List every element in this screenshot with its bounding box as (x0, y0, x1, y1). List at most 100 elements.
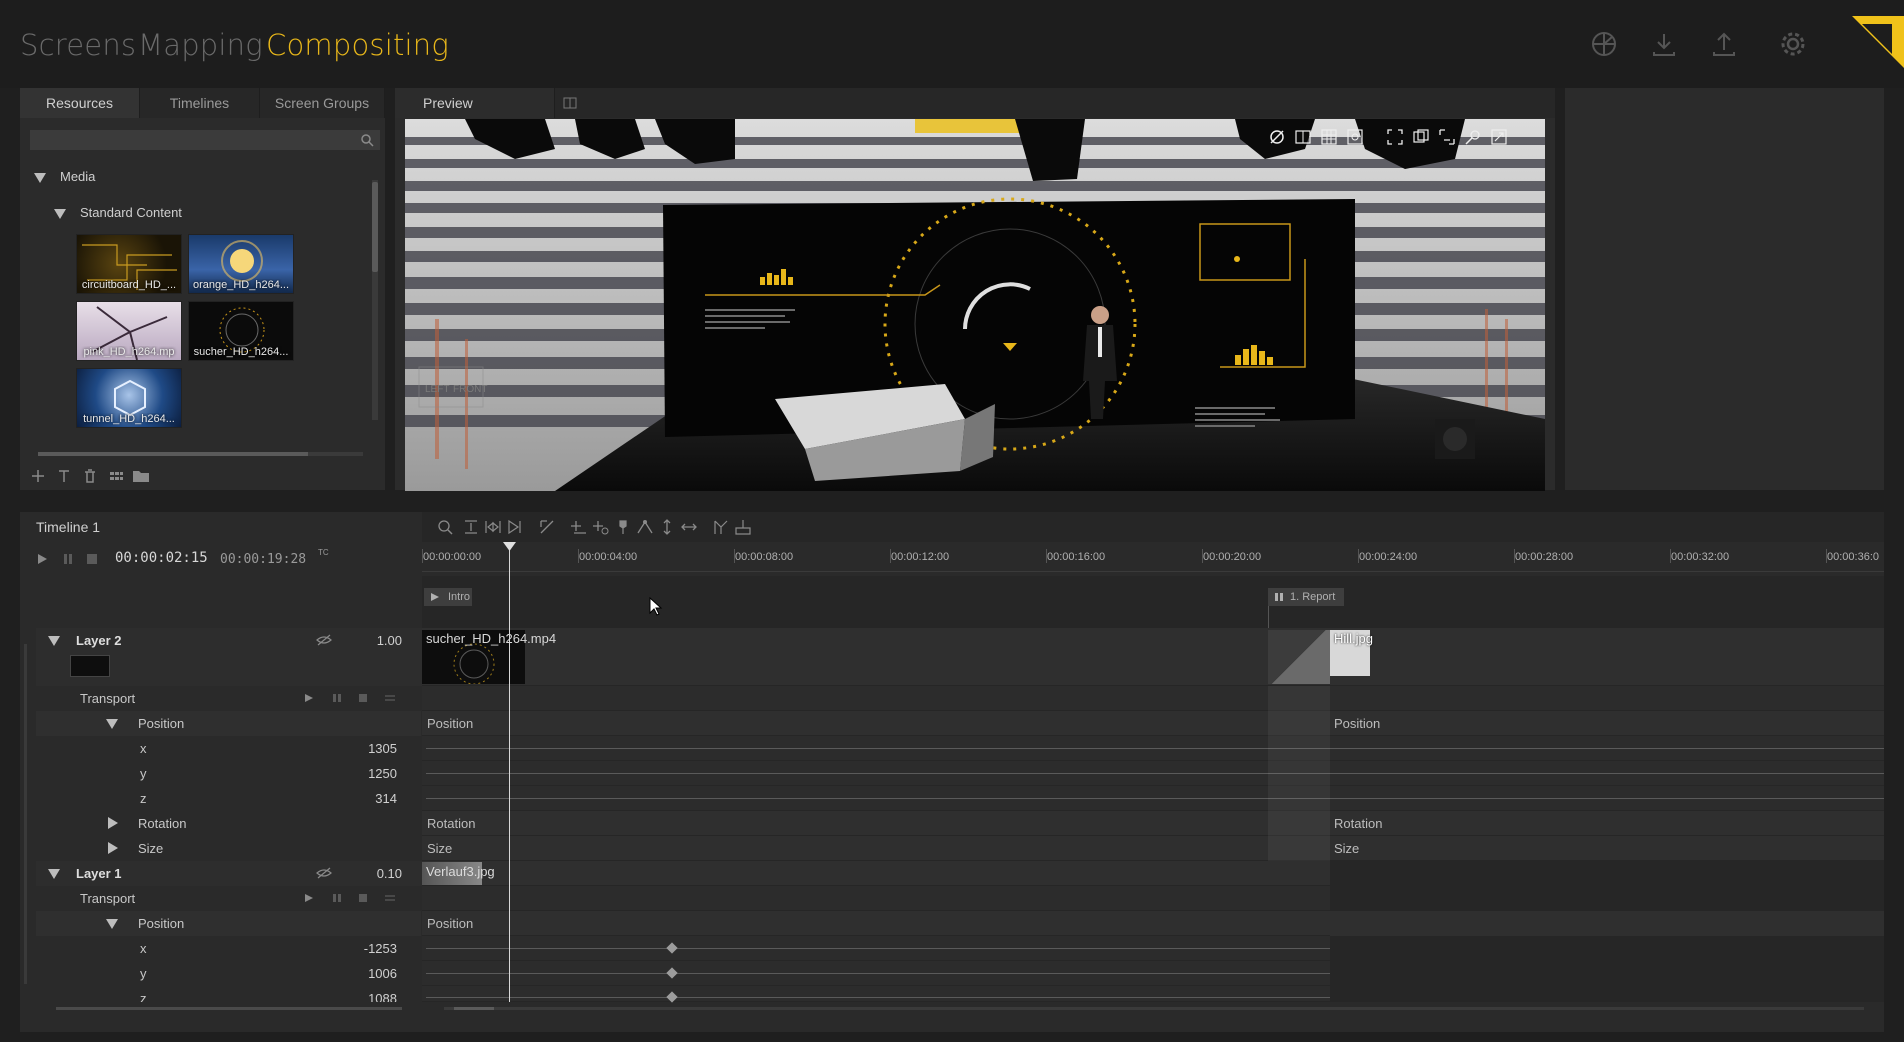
add-keyframe-time-icon[interactable] (592, 518, 610, 536)
stop-icon[interactable] (358, 693, 368, 703)
media-thumbnail[interactable]: circuitboard_HD_... (76, 234, 182, 294)
layer-opacity[interactable]: 1.00 (377, 633, 402, 648)
fit-vertical-icon[interactable] (462, 518, 480, 536)
rotation-track[interactable]: Rotation Rotation (422, 811, 1884, 836)
collapse-group-icon[interactable] (106, 919, 118, 929)
target-icon[interactable] (1345, 127, 1365, 147)
param-value-x[interactable]: 1305 (368, 741, 397, 756)
nav-tab-screens[interactable]: Screens (20, 28, 136, 62)
keyframe-track-y[interactable] (422, 761, 1884, 786)
search-icon[interactable] (360, 133, 374, 147)
param-value-z[interactable]: 1088 (368, 991, 397, 1002)
expand-group-icon[interactable] (108, 817, 118, 829)
curve-icon[interactable] (636, 518, 654, 536)
rotation-group-row[interactable]: Rotation (36, 811, 421, 836)
tab-preview[interactable]: Preview (395, 88, 555, 118)
playhead-handle[interactable] (503, 542, 516, 552)
transition-block[interactable] (1268, 630, 1330, 684)
cue-intro[interactable]: Intro (424, 588, 472, 606)
keyframe-track-z[interactable] (422, 986, 1330, 1003)
stop-icon[interactable] (86, 553, 98, 565)
param-value-z[interactable]: 314 (375, 791, 397, 806)
split-clip-icon[interactable] (712, 518, 730, 536)
position-group-row[interactable]: Position (36, 911, 421, 936)
keyframe[interactable] (666, 967, 678, 979)
tree-item-media[interactable]: Media (34, 169, 95, 184)
grid-icon[interactable] (108, 468, 124, 484)
pause-icon[interactable] (62, 553, 74, 565)
horizontal-move-icon[interactable] (680, 518, 698, 536)
add-keyframe-icon[interactable] (570, 518, 588, 536)
keyframe-track-x[interactable] (422, 936, 1330, 961)
expand-triangle-icon[interactable] (54, 208, 66, 219)
zoom-icon[interactable] (436, 518, 454, 536)
media-thumbnail[interactable]: tunnel_HD_h264... (76, 368, 182, 428)
keyframe[interactable] (666, 991, 678, 1003)
param-value-y[interactable]: 1006 (368, 966, 397, 981)
loop-icon[interactable] (384, 693, 396, 703)
marker-icon[interactable] (614, 518, 632, 536)
play-icon[interactable] (304, 693, 314, 703)
tree-item-standard-content[interactable]: Standard Content (54, 205, 182, 220)
resources-vertical-scrollbar[interactable] (372, 180, 378, 420)
preview-viewport[interactable]: LEFT FRONT (405, 119, 1545, 491)
position-track[interactable]: Position (422, 911, 1330, 936)
text-icon[interactable] (56, 468, 72, 484)
trash-icon[interactable] (82, 468, 98, 484)
stop-icon[interactable] (358, 893, 368, 903)
expand-group-icon[interactable] (108, 842, 118, 854)
loop-icon[interactable] (384, 893, 396, 903)
media-thumbnail[interactable]: orange_HD_h264... (188, 234, 294, 294)
playhead-line[interactable] (509, 542, 510, 1002)
upload-icon[interactable] (1710, 30, 1738, 58)
globe-icon[interactable] (1590, 30, 1618, 58)
add-icon[interactable] (30, 468, 46, 484)
layers-horizontal-scrollbar[interactable] (56, 1007, 402, 1010)
position-group-row[interactable]: Position (36, 711, 421, 736)
time-ruler[interactable] (422, 542, 1884, 572)
tab-resources[interactable]: Resources (20, 88, 140, 118)
cue-track[interactable]: Intro 1. Report (422, 576, 1884, 628)
layer-opacity[interactable]: 0.10 (377, 866, 402, 881)
scrollbar-thumb[interactable] (372, 182, 378, 272)
tab-screen-groups[interactable]: Screen Groups (260, 88, 385, 118)
folder-icon[interactable] (132, 468, 150, 484)
download-icon[interactable] (1650, 30, 1678, 58)
size-group-row[interactable]: Size (36, 836, 421, 861)
fullscreen-icon[interactable] (1489, 127, 1509, 147)
layers-icon[interactable] (1411, 127, 1431, 147)
tab-timelines[interactable]: Timelines (140, 88, 260, 118)
collapse-group-icon[interactable] (106, 719, 118, 729)
insert-icon[interactable] (734, 518, 752, 536)
scrollbar-thumb[interactable] (454, 1007, 494, 1010)
size-track[interactable]: Size Size (422, 836, 1884, 861)
step-forward-icon[interactable] (506, 518, 524, 536)
layer-2-clip-track[interactable]: sucher_HD_h264.mp4 Hill.jpg (422, 628, 1884, 686)
cue-report[interactable]: 1. Report (1268, 588, 1344, 606)
media-thumbnail[interactable]: pink_HD_h264.mp (76, 301, 182, 361)
search-input[interactable] (30, 130, 380, 150)
pause-icon[interactable] (332, 693, 342, 703)
play-icon[interactable] (304, 893, 314, 903)
nav-tab-compositing[interactable]: Compositing (266, 28, 449, 62)
collapse-layer-icon[interactable] (48, 869, 60, 879)
gear-icon[interactable] (1779, 30, 1807, 58)
split-icon[interactable] (1293, 127, 1313, 147)
vertical-move-icon[interactable] (658, 518, 676, 536)
param-value-y[interactable]: 1250 (368, 766, 397, 781)
param-value-x[interactable]: -1253 (364, 941, 397, 956)
pause-icon[interactable] (332, 893, 342, 903)
timeline-horizontal-scrollbar[interactable] (444, 1007, 1864, 1010)
position-track[interactable]: Position Position (422, 711, 1884, 736)
split-view-icon[interactable] (563, 97, 577, 109)
keyframe-track-z[interactable] (422, 786, 1884, 811)
layer-1-header[interactable]: Layer 1 0.10 (36, 861, 422, 886)
keyframe-track-y[interactable] (422, 961, 1330, 986)
zoom-fit-icon[interactable] (1437, 127, 1457, 147)
zoom-icon[interactable] (1463, 127, 1483, 147)
grid-view-icon[interactable] (1319, 127, 1339, 147)
layers-vertical-scrollbar[interactable] (24, 644, 27, 984)
keyframe[interactable] (666, 942, 678, 954)
resources-horizontal-scrollbar[interactable] (38, 452, 363, 456)
collapse-layer-icon[interactable] (48, 636, 60, 646)
